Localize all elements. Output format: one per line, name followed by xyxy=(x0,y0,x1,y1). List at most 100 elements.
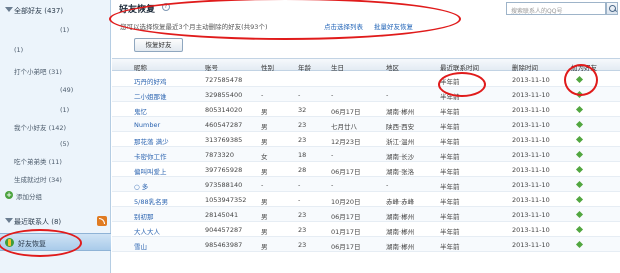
recover-friends-button[interactable]: 恢复好友 xyxy=(134,38,183,52)
sidebar-item[interactable]: 生成就过时 (34) xyxy=(0,170,111,186)
group-all-friends[interactable]: 全部好友 (437) xyxy=(0,2,111,18)
table-cell: 1053947352 xyxy=(205,196,247,204)
nickname-link[interactable]: 5/88乳名男 xyxy=(134,196,178,206)
nickname-link[interactable]: 别初那 xyxy=(134,211,178,221)
table-cell: 半年前 xyxy=(440,243,460,251)
table-cell: 2013-11-10 xyxy=(512,106,550,114)
table-row[interactable]: 鬼忆 805314020 男 32 06月17日 湖南·郴州 半年前 2013-11-10 xyxy=(112,102,620,117)
add-friend-icon[interactable] xyxy=(575,165,584,174)
table-cell: 313769385 xyxy=(205,136,243,144)
add-friend-icon[interactable] xyxy=(575,180,584,189)
add-friend-icon[interactable] xyxy=(575,105,584,114)
main-panel: 好友恢复 ? 您可以选择恢复最近3个月主动删除的好友(共93个) 点击选择列表 … xyxy=(109,0,620,273)
col-header[interactable]: 生日 xyxy=(331,62,373,72)
add-friend-icon[interactable] xyxy=(575,120,584,129)
add-friend-icon[interactable] xyxy=(575,135,584,144)
table-row[interactable]: 别初那 28145041 男 23 06月17日 湖南·郴州 半年前 2013-11-10 xyxy=(112,207,620,222)
table-cell: 2013-11-10 xyxy=(512,196,550,204)
search-input[interactable]: 搜索联系人的QQ号 xyxy=(506,2,606,15)
table-cell: 06月17日 xyxy=(331,168,361,176)
col-header[interactable]: 昵称 xyxy=(134,62,178,72)
table-cell: 904457287 xyxy=(205,226,243,234)
col-header[interactable]: 删除时间 xyxy=(512,62,560,72)
table-cell: 727585478 xyxy=(205,76,243,84)
table-cell: 半年前 xyxy=(440,183,460,191)
col-header[interactable]: 账号 xyxy=(205,62,257,72)
table-row[interactable]: 巧丹的好鸡 727585478 半年前 2013-11-10 xyxy=(112,72,620,87)
table-cell: 2013-11-10 xyxy=(512,121,550,129)
nickname-link[interactable]: 雪山 xyxy=(134,241,178,251)
table-row[interactable]: 5/88乳名男 1053947352 男 - 10月20日 赤峰·赤峰 半年前 2013-11… xyxy=(112,192,620,207)
nickname-link[interactable]: 大人大人 xyxy=(134,226,178,236)
nickname-link[interactable]: 鬼忆 xyxy=(134,106,178,116)
table-cell: 23 xyxy=(298,211,307,219)
sidebar-item[interactable]: (5) xyxy=(0,136,111,152)
table-cell: 男 xyxy=(261,123,268,131)
col-header[interactable]: 年龄 xyxy=(298,62,320,72)
table-cell: 28145041 xyxy=(205,211,239,219)
table-cell: - xyxy=(298,181,301,189)
col-header[interactable]: 性别 xyxy=(261,62,277,72)
sidebar-item[interactable]: (49) xyxy=(0,82,111,98)
table-cell: 七月廿八 xyxy=(331,123,357,131)
table-row[interactable]: 二小姐那谁 329855400- - - - 半年前 2013-11-10 xyxy=(112,87,620,102)
add-friend-icon[interactable] xyxy=(575,150,584,159)
table-cell: 湖南·郴州 xyxy=(386,213,415,221)
table-cell: 28 xyxy=(298,166,307,174)
table-cell: - xyxy=(261,91,264,99)
table-cell: 2013-11-10 xyxy=(512,136,550,144)
table-cell: 23 xyxy=(298,136,307,144)
nickname-link[interactable]: ○ 多 xyxy=(134,181,178,191)
table-row[interactable]: ○ 多 973588140 - - - - 半年前 2013-11-10 xyxy=(112,177,620,192)
sidebar-item[interactable]: 吃个弟弟类 (11) xyxy=(0,152,111,168)
table-cell: 01月17日 xyxy=(331,228,361,236)
table-row[interactable]: 那花落 满少 313769385 男 23 12月23日 浙江·温州 半年前 2013-11-… xyxy=(112,132,620,147)
group-recent-contacts[interactable]: 最近联系人 (8) xyxy=(0,213,111,229)
nickname-link[interactable]: 偏叫叫爱上 xyxy=(134,166,178,176)
sidebar-item[interactable]: (1) xyxy=(0,22,111,38)
table-cell: - xyxy=(331,151,334,159)
nickname-link[interactable]: 卡密你工作 xyxy=(134,151,178,161)
add-friend-icon[interactable] xyxy=(575,195,584,204)
table-row[interactable]: 卡密你工作 7873320 女 18 - 湖南·长沙 半年前 2013-11-10 xyxy=(112,147,620,162)
table-cell: 湖南·张洛 xyxy=(386,168,415,176)
add-friend-icon[interactable] xyxy=(575,240,584,249)
table-cell: - xyxy=(386,91,389,99)
col-header[interactable]: 最近联系时间 xyxy=(440,62,479,72)
nickname-link[interactable]: 巧丹的好鸡 xyxy=(134,76,178,86)
table-cell: 半年前 xyxy=(440,138,460,146)
table-row[interactable]: 雪山 985463987 男 23 06月17日 湖南·郴州 半年前 2013-11-10 xyxy=(112,237,620,252)
table-cell: 半年前 xyxy=(440,213,460,221)
table-cell: 男 xyxy=(261,168,268,176)
nickname-link[interactable]: 二小姐那谁 xyxy=(134,91,178,101)
sidebar-item[interactable]: 打个小弟吧 (31) xyxy=(0,62,111,78)
add-friend-icon[interactable] xyxy=(575,210,584,219)
table-cell: 半年前 xyxy=(440,123,460,131)
table-cell: 女 xyxy=(261,153,268,161)
sidebar-item[interactable]: (1) xyxy=(0,42,111,58)
table-cell: 985463987 xyxy=(205,241,243,249)
nickname-link[interactable]: Number xyxy=(134,121,178,129)
table-row[interactable]: 偏叫叫爱上 397765928 男 28 06月17日 湖南·张洛 半年前 2013-11-1… xyxy=(112,162,620,177)
table-cell: 2013-11-10 xyxy=(512,226,550,234)
table-cell: 男 xyxy=(261,198,268,206)
add-group-item[interactable]: + 添加分组 xyxy=(0,187,111,203)
annotation-ellipse xyxy=(564,64,598,96)
sidebar-item[interactable]: (1) xyxy=(0,102,111,118)
table-header: 昵称 账号 性别 年龄 生日 地区 最近联系时间 删除时间 加为好友 xyxy=(112,58,620,72)
table-cell: 2013-11-10 xyxy=(512,211,550,219)
add-friend-icon[interactable] xyxy=(575,225,584,234)
table-cell: 男 xyxy=(261,213,268,221)
table-row[interactable]: Number 460547287 男 23 七月廿八 陕西·西安 半年前 2013-11-10 xyxy=(112,117,620,132)
search-icon[interactable] xyxy=(606,2,618,15)
table-cell: 半年前 xyxy=(440,168,460,176)
table-row[interactable]: 大人大人 904457287 男 23 01月17日 湖南·郴州 半年前 2013-11-10 xyxy=(112,222,620,237)
nickname-link[interactable]: 那花落 满少 xyxy=(134,136,178,146)
annotation-ellipse xyxy=(0,229,82,257)
table-cell: 2013-11-10 xyxy=(512,181,550,189)
table-cell: 2013-11-10 xyxy=(512,91,550,99)
annotation-ellipse xyxy=(109,0,461,40)
col-header[interactable]: 地区 xyxy=(386,62,440,72)
sidebar-item[interactable]: 我个小好友 (142) xyxy=(0,118,111,134)
table-cell: 23 xyxy=(298,121,307,129)
